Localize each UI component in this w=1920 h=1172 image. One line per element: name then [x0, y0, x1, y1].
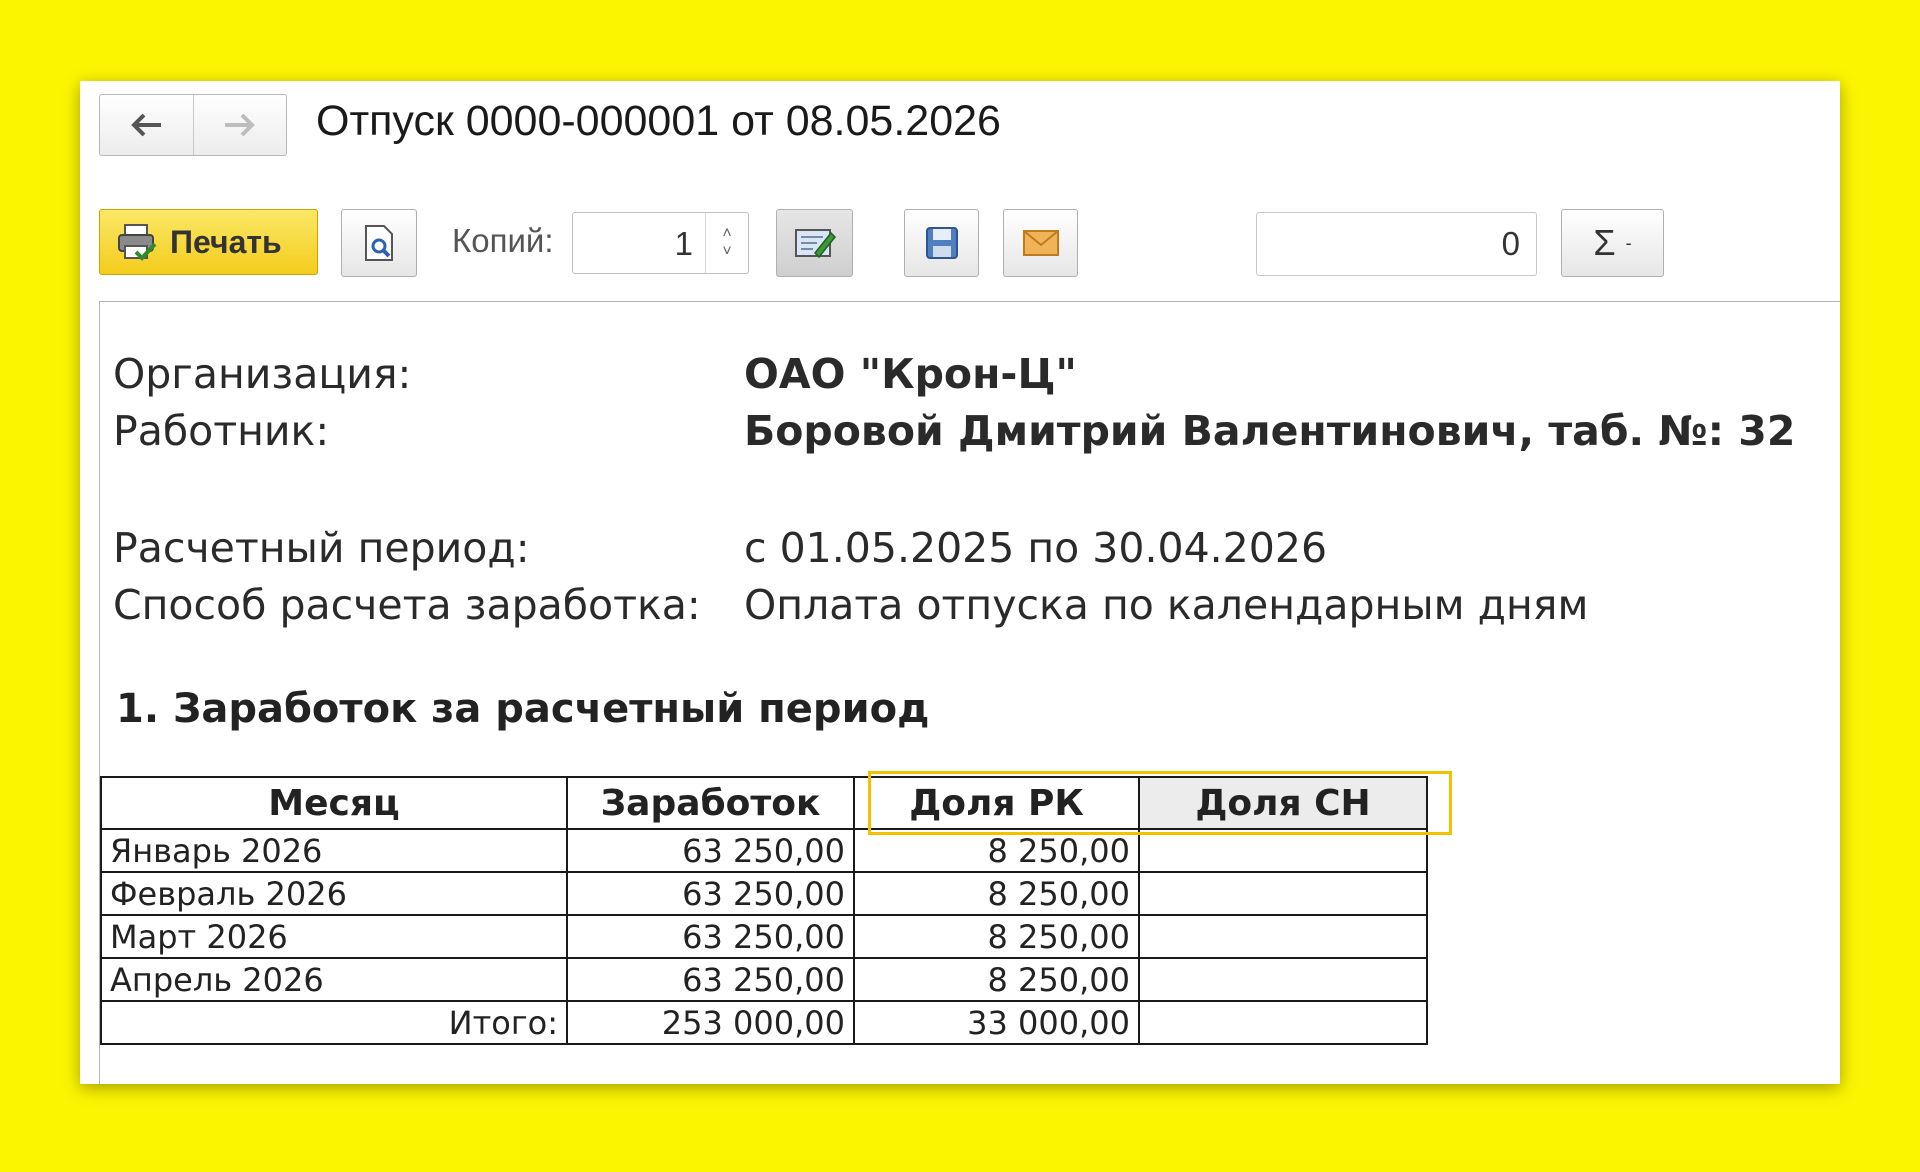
table-header-row: Месяц Заработок Доля РК Доля СН [100, 776, 1428, 830]
cell-month[interactable]: Февраль 2026 [100, 871, 568, 916]
table-row: Январь 2026 63 250,00 8 250,00 [100, 828, 1428, 873]
stepper-down-icon[interactable]: ˅ [722, 243, 731, 261]
table-total-row: Итого: 253 000,00 33 000,00 [100, 1000, 1428, 1045]
table-row: Февраль 2026 63 250,00 8 250,00 [100, 871, 1428, 916]
sum-value: 0 [1501, 225, 1520, 262]
total-earnings[interactable]: 253 000,00 [566, 1000, 855, 1045]
organization-label: Организация: [113, 350, 412, 398]
copies-input[interactable]: 1 ˄ ˅ [572, 212, 749, 274]
cell-rk-share[interactable]: 8 250,00 [853, 914, 1140, 959]
email-button[interactable] [1003, 209, 1078, 277]
spreadsheet-document[interactable]: Организация: ОАО "Крон-Ц" Работник: Боро… [99, 301, 1840, 1084]
edit-icon [794, 229, 836, 259]
earnings-table: Месяц Заработок Доля РК Доля СН Январь 2… [100, 776, 1428, 1045]
cell-rk-share[interactable]: 8 250,00 [853, 871, 1140, 916]
stepper-up-icon[interactable]: ˄ [722, 225, 731, 243]
header-sn-share[interactable]: Доля СН [1138, 776, 1428, 830]
cell-rk-share[interactable]: 8 250,00 [853, 957, 1140, 1002]
forward-button[interactable] [192, 95, 287, 155]
cell-sn-share[interactable] [1138, 871, 1428, 916]
method-value: Оплата отпуска по календарным дням [744, 581, 1589, 629]
table-row: Апрель 2026 63 250,00 8 250,00 [100, 957, 1428, 1002]
save-icon [925, 227, 958, 259]
cell-earnings[interactable]: 63 250,00 [566, 871, 855, 916]
cell-month[interactable]: Март 2026 [100, 914, 568, 959]
sum-field: 0 [1256, 212, 1537, 276]
cell-month[interactable]: Апрель 2026 [100, 957, 568, 1002]
table-row: Март 2026 63 250,00 8 250,00 [100, 914, 1428, 959]
preview-icon [365, 225, 393, 261]
printer-icon [118, 224, 157, 261]
print-button-label: Печать [170, 223, 282, 260]
cell-sn-share[interactable] [1138, 957, 1428, 1002]
cell-earnings[interactable]: 63 250,00 [566, 914, 855, 959]
chevron-down-icon: - [1625, 232, 1632, 253]
page-title: Отпуск 0000-000001 от 08.05.2026 [316, 97, 1001, 145]
sum-dropdown-button[interactable]: Σ - [1561, 209, 1664, 277]
total-sn-share[interactable] [1138, 1000, 1428, 1045]
arrow-right-icon [224, 113, 255, 137]
total-rk-share[interactable]: 33 000,00 [853, 1000, 1140, 1045]
back-button[interactable] [100, 95, 193, 155]
arrow-left-icon [131, 113, 162, 137]
cell-earnings[interactable]: 63 250,00 [566, 828, 855, 873]
method-label: Способ расчета заработка: [113, 581, 701, 629]
period-label: Расчетный период: [113, 524, 530, 572]
sigma-icon: Σ [1593, 222, 1616, 263]
document-window: Отпуск 0000-000001 от 08.05.2026 Печать … [80, 81, 1840, 1084]
header-month[interactable]: Месяц [100, 776, 568, 830]
period-value: с 01.05.2025 по 30.04.2026 [744, 524, 1328, 572]
copies-stepper[interactable]: ˄ ˅ [705, 213, 748, 273]
section-title: 1. Заработок за расчетный период [116, 686, 930, 732]
navigation-buttons [99, 94, 287, 156]
employee-label: Работник: [113, 407, 330, 455]
edit-button[interactable] [776, 209, 853, 277]
cell-sn-share[interactable] [1138, 828, 1428, 873]
cell-month[interactable]: Январь 2026 [100, 828, 568, 873]
cell-rk-share[interactable]: 8 250,00 [853, 828, 1140, 873]
cell-earnings[interactable]: 63 250,00 [566, 957, 855, 1002]
save-button[interactable] [904, 209, 979, 277]
print-button[interactable]: Печать [99, 209, 318, 275]
mail-icon [1022, 230, 1059, 256]
employee-value: Боровой Дмитрий Валентинович, таб. №: 32 [744, 407, 1796, 455]
organization-value: ОАО "Крон-Ц" [744, 350, 1077, 398]
copies-value: 1 [674, 225, 693, 262]
preview-button[interactable] [341, 209, 417, 277]
header-earnings[interactable]: Заработок [566, 776, 855, 830]
copies-label: Копий: [452, 222, 554, 259]
total-label[interactable]: Итого: [100, 1000, 568, 1045]
cell-sn-share[interactable] [1138, 914, 1428, 959]
header-rk-share[interactable]: Доля РК [853, 776, 1140, 830]
